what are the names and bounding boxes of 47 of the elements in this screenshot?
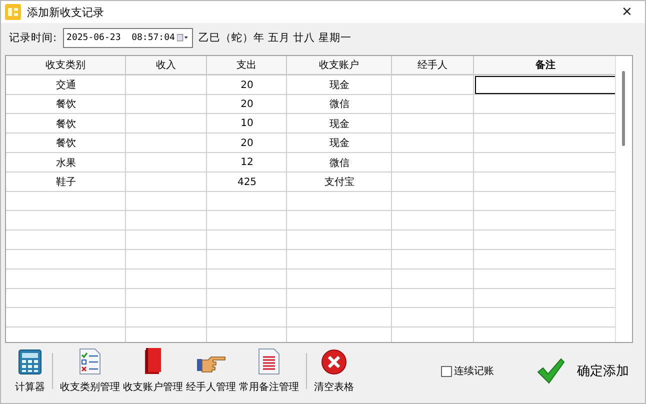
checklist-button[interactable]: 收支类别管理	[60, 346, 120, 396]
table-cell-text: 支付宝	[324, 176, 356, 190]
record-time-label: 记录时间:	[9, 31, 57, 45]
clear-button[interactable]: 清空表格	[314, 346, 354, 396]
table-cell-text: 现金	[328, 137, 350, 152]
table-cell-text: 10	[240, 117, 254, 132]
table-cell-text: 20	[240, 98, 254, 112]
lunar-date: 乙巳（蛇）年 五月 廿八 星期一	[198, 31, 352, 45]
table-cell-text: 鞋子	[55, 176, 77, 190]
table-cell-text: 20	[240, 136, 254, 151]
table-cell-text: 微信	[328, 98, 350, 112]
column-header[interactable]: 收入	[126, 56, 207, 76]
column-header[interactable]: 支出	[207, 56, 287, 76]
book-button[interactable]: 收支账户管理	[123, 346, 183, 396]
clear-icon	[321, 349, 347, 375]
close-button[interactable]: ×	[609, 1, 645, 23]
calendar-dropdown-icon	[176, 33, 189, 43]
table-cell-text: 现金	[328, 118, 350, 132]
checkmark-icon	[537, 358, 565, 384]
table-cell-text: 交通	[55, 78, 77, 94]
column-header[interactable]: 收支账户	[287, 56, 392, 76]
notes-icon	[258, 348, 280, 375]
date-time-picker[interactable]: 2025-06-23 08:57:04	[62, 28, 193, 48]
column-header[interactable]: 备注	[474, 56, 615, 76]
table-cell[interactable]	[474, 75, 615, 95]
book-icon	[142, 347, 164, 375]
table-cell-text: 20	[240, 78, 254, 93]
notes-button[interactable]: 常用备注管理	[239, 346, 299, 396]
table-cell-text: 餐饮	[55, 98, 77, 112]
table-cell-text: 餐饮	[55, 118, 77, 132]
window-title: 添加新收支记录	[27, 4, 105, 20]
continuous-checkbox[interactable]: 连续记账	[441, 364, 494, 378]
table-cell-text: 餐饮	[55, 136, 77, 152]
column-header[interactable]: 经手人	[392, 56, 474, 76]
table-cell-text: 现金	[328, 79, 350, 94]
table-cell-text: 微信	[328, 156, 350, 171]
table-cell-text: 425	[236, 176, 258, 190]
app-icon	[5, 4, 21, 20]
calculator-icon	[17, 349, 43, 375]
scrollbar-thumb[interactable]	[622, 71, 625, 146]
checklist-icon	[78, 348, 102, 375]
table-cell-text: 水果	[55, 156, 77, 171]
table-cell-text: 12	[240, 156, 254, 170]
confirm-add-button[interactable]: 确定添加	[537, 358, 637, 384]
hand-button[interactable]: 经手人管理	[186, 346, 236, 396]
column-header[interactable]: 收支类别	[6, 56, 126, 76]
calculator-button[interactable]: 计算器	[15, 346, 45, 396]
